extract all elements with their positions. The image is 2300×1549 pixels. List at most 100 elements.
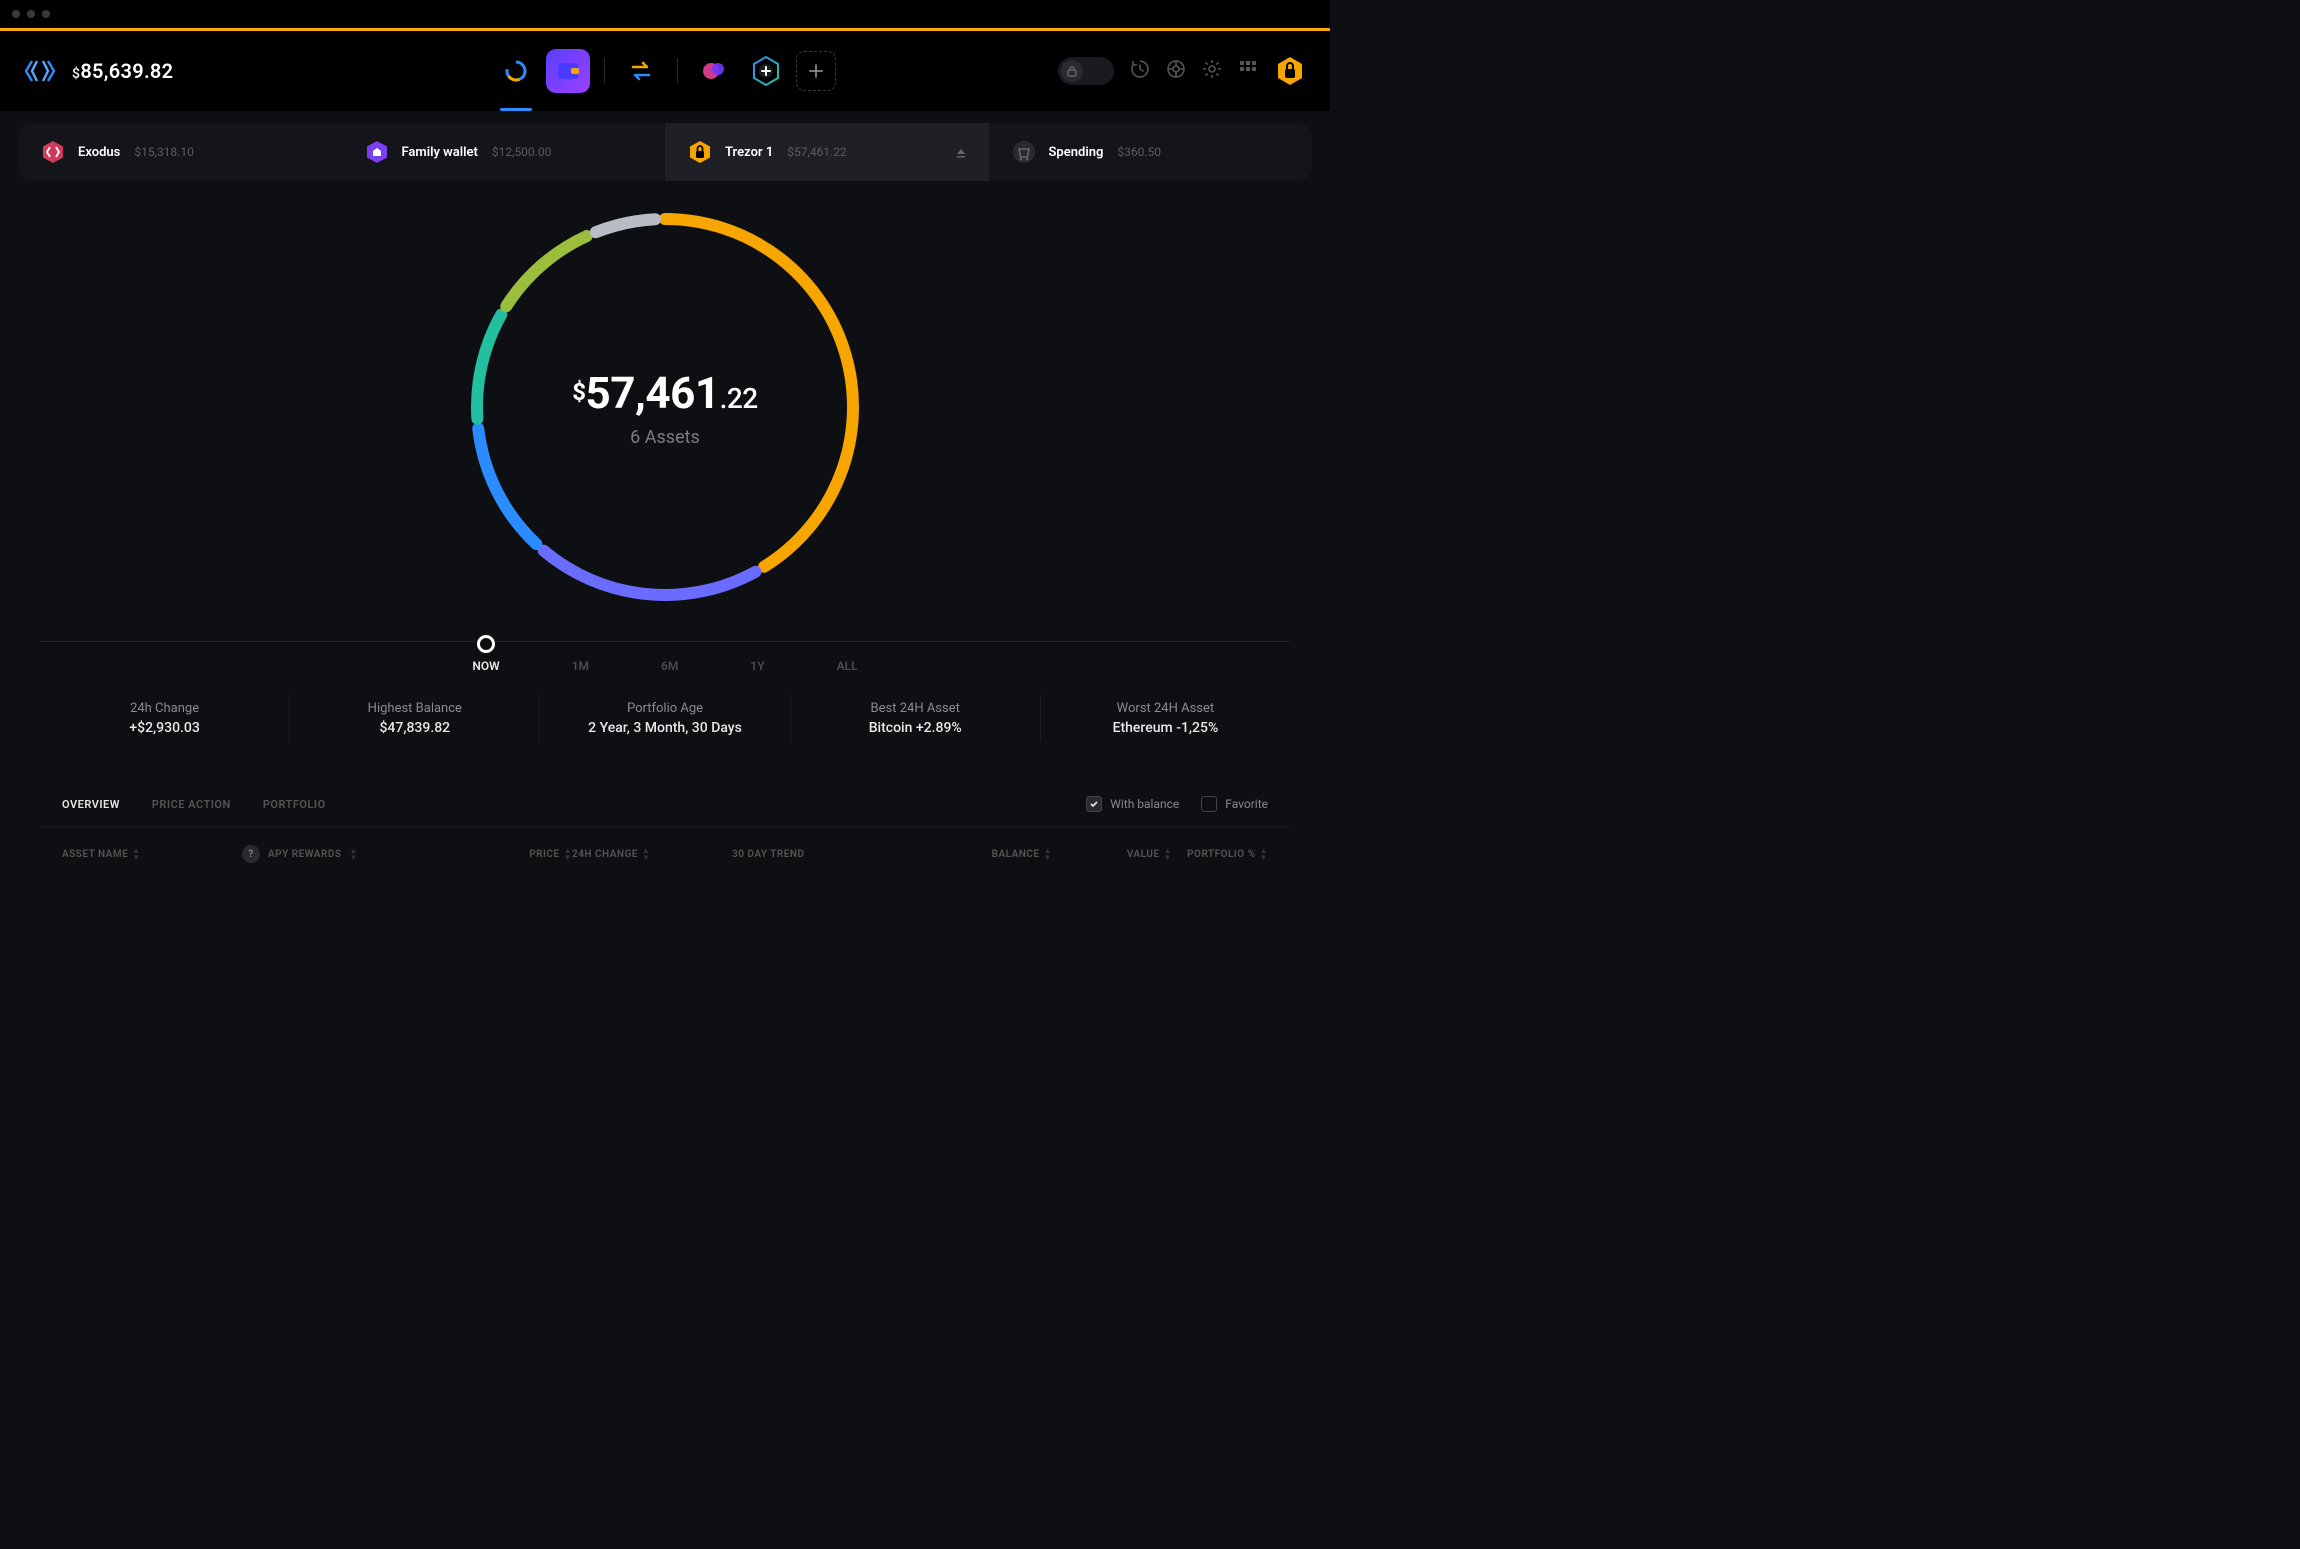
nav-divider [677, 58, 678, 84]
app-logo-icon[interactable] [24, 55, 56, 87]
wallet-icon [687, 139, 713, 165]
filter-favorite-label: Favorite [1225, 797, 1268, 811]
wallet-balance: $12,500.00 [492, 145, 551, 159]
stat-label: 24h Change [40, 701, 289, 716]
checkbox-icon [1201, 796, 1217, 812]
stat-label: Worst 24H Asset [1041, 701, 1290, 716]
header: $85,639.82 [0, 31, 1330, 111]
list-tab-overview[interactable]: OVERVIEW [62, 798, 120, 811]
window-dot [42, 10, 50, 18]
wallet-name: Spending [1049, 145, 1104, 160]
col-asset-name[interactable]: ASSET NAME ▲▼ [62, 847, 242, 861]
lock-icon [1061, 60, 1083, 82]
list-tab-portfolio[interactable]: PORTFOLIO [263, 798, 326, 811]
time-track [40, 641, 1290, 642]
sort-icon: ▲▼ [132, 847, 140, 861]
col-label: APY REWARDS [268, 849, 341, 860]
portfolio-donut-area: $57,461.22 6 Assets NOW 1M 6M 1Y ALL [0, 181, 1330, 673]
grid-icon[interactable] [1238, 59, 1258, 83]
wallet-name: Family wallet [402, 145, 478, 160]
filter-with-balance[interactable]: With balance [1086, 796, 1179, 812]
donut-asset-count: 6 Assets [630, 427, 700, 448]
wallet-icon [40, 139, 66, 165]
sort-icon: ▲▼ [1260, 847, 1268, 861]
wallet-tab-exodus[interactable]: Exodus $15,318.10 [18, 123, 342, 181]
col-label: 24H CHANGE [572, 849, 638, 860]
nav-add-button[interactable] [796, 51, 836, 91]
list-tab-price-action[interactable]: PRICE ACTION [152, 798, 231, 811]
wallet-name: Exodus [78, 145, 120, 160]
col-apy-rewards[interactable]: ? APY REWARDS ▲▼ [242, 845, 432, 863]
wallet-tab-trezor-1[interactable]: Trezor 1 $57,461.22 [665, 123, 989, 181]
nav-apps-icon[interactable] [692, 49, 736, 93]
time-range-1y[interactable]: 1Y [750, 659, 764, 673]
stat-label: Portfolio Age [540, 701, 789, 716]
stat-item: Portfolio Age 2 Year, 3 Month, 30 Days [540, 695, 790, 742]
wallet-tab-spending[interactable]: Spending $360.50 [989, 123, 1313, 181]
col-label: VALUE [1127, 849, 1160, 860]
sort-icon: ▲▼ [1164, 847, 1172, 861]
sort-icon: ▲▼ [349, 847, 357, 861]
time-range-now[interactable]: NOW [472, 635, 499, 673]
window-chrome [0, 0, 1330, 28]
stat-value: Bitcoin +2.89% [791, 720, 1040, 736]
donut-value: $57,461.22 [572, 367, 757, 419]
stat-value: Ethereum -1,25% [1041, 720, 1290, 736]
stat-value: 2 Year, 3 Month, 30 Days [540, 720, 789, 736]
lock-toggle[interactable] [1058, 57, 1114, 85]
nav-portfolio-icon[interactable] [494, 49, 538, 93]
trezor-device-icon[interactable] [1274, 55, 1306, 87]
col-value[interactable]: VALUE ▲▼ [1052, 847, 1172, 861]
col-portfolio-pct[interactable]: PORTFOLIO % ▲▼ [1172, 847, 1268, 861]
col-label: 30 DAY TREND [732, 849, 805, 860]
nav-add-hex-icon[interactable] [744, 49, 788, 93]
time-range-1m[interactable]: 1M [572, 659, 589, 673]
nav-divider [604, 58, 605, 84]
col-label: PRICE [529, 849, 559, 860]
col-label: ASSET NAME [62, 849, 128, 860]
stats-row: 24h Change +$2,930.03Highest Balance$47,8… [40, 695, 1290, 742]
total-balance: $85,639.82 [72, 59, 173, 83]
stat-item: 24h Change +$2,930.03 [40, 695, 290, 742]
currency-symbol: $ [72, 66, 80, 82]
wallet-tab-family-wallet[interactable]: Family wallet $12,500.00 [342, 123, 666, 181]
col-30d-trend[interactable]: 30 DAY TREND [732, 849, 902, 860]
support-icon[interactable] [1166, 59, 1186, 83]
time-range: NOW 1M 6M 1Y ALL [0, 635, 1330, 673]
help-icon[interactable]: ? [242, 845, 260, 863]
nav-wallet-icon[interactable] [546, 49, 590, 93]
nav-exchange-icon[interactable] [619, 49, 663, 93]
wallet-balance: $360.50 [1117, 145, 1161, 159]
col-price[interactable]: PRICE ▲▼ [432, 847, 572, 861]
wallet-icon [1011, 139, 1037, 165]
sort-icon: ▲▼ [564, 847, 572, 861]
asset-table-header: ASSET NAME ▲▼ ? APY REWARDS ▲▼ PRICE ▲▼ … [40, 827, 1290, 881]
donut-value-int: 57,461 [586, 367, 720, 419]
col-label: PORTFOLIO % [1187, 849, 1255, 860]
wallet-name: Trezor 1 [725, 145, 773, 160]
stat-item: Best 24H AssetBitcoin +2.89% [791, 695, 1041, 742]
filter-with-balance-label: With balance [1110, 797, 1179, 811]
top-nav [494, 49, 836, 93]
stat-item: Highest Balance$47,839.82 [290, 695, 540, 742]
wallet-balance: $15,318.10 [134, 145, 193, 159]
col-label: BALANCE [992, 849, 1040, 860]
wallet-icon [364, 139, 390, 165]
col-balance[interactable]: BALANCE ▲▼ [902, 847, 1052, 861]
checkbox-checked-icon [1086, 796, 1102, 812]
donut-value-cents: .22 [720, 382, 758, 415]
history-icon[interactable] [1130, 59, 1150, 83]
list-tabs-bar: OVERVIEW PRICE ACTION PORTFOLIO With balan… [40, 782, 1290, 827]
wallet-balance: $57,461.22 [787, 145, 846, 159]
filter-favorite[interactable]: Favorite [1201, 796, 1268, 812]
stat-value: +$2,930.03 [40, 720, 289, 736]
stat-label: Highest Balance [290, 701, 539, 716]
stat-item: Worst 24H Asset Ethereum -1,25% [1041, 695, 1290, 742]
time-range-all[interactable]: ALL [837, 659, 858, 673]
col-24h-change[interactable]: 24H CHANGE ▲▼ [572, 847, 732, 861]
time-range-6m[interactable]: 6M [661, 659, 678, 673]
sort-icon: ▲▼ [1044, 847, 1052, 861]
settings-icon[interactable] [1202, 59, 1222, 83]
eject-icon[interactable] [955, 143, 967, 162]
window-dot [12, 10, 20, 18]
